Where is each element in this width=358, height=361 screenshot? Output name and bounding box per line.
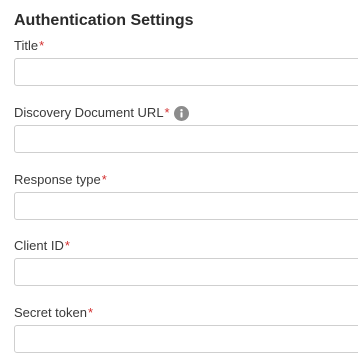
field-label-text: Title bbox=[14, 38, 39, 53]
required-asterisk: * bbox=[88, 305, 94, 320]
client-id-input[interactable] bbox=[14, 258, 358, 286]
secret-token-input[interactable] bbox=[14, 325, 358, 353]
required-asterisk: * bbox=[39, 38, 45, 53]
required-asterisk: * bbox=[101, 172, 107, 187]
field-label-text: Discovery Document URL bbox=[14, 105, 164, 120]
required-asterisk: * bbox=[164, 105, 170, 120]
discovery-document-url-input[interactable] bbox=[14, 125, 358, 153]
required-asterisk: * bbox=[64, 238, 70, 253]
title-input[interactable] bbox=[14, 58, 358, 86]
response-type-input[interactable] bbox=[14, 192, 358, 220]
field-label: Client ID * bbox=[14, 238, 70, 254]
info-icon[interactable] bbox=[173, 105, 189, 121]
field-label-text: Secret token bbox=[14, 305, 87, 320]
authentication-settings-panel: Authentication Settings Title * Discovery… bbox=[0, 0, 358, 361]
field-label: Title * bbox=[14, 38, 44, 54]
field-label-text: Client ID bbox=[14, 238, 64, 253]
section-title: Authentication Settings bbox=[14, 12, 194, 29]
field-label-text: Response type bbox=[14, 172, 101, 187]
field-label: Discovery Document URL * bbox=[14, 105, 189, 121]
field-label: Response type * bbox=[14, 172, 107, 188]
field-label: Secret token * bbox=[14, 305, 93, 321]
